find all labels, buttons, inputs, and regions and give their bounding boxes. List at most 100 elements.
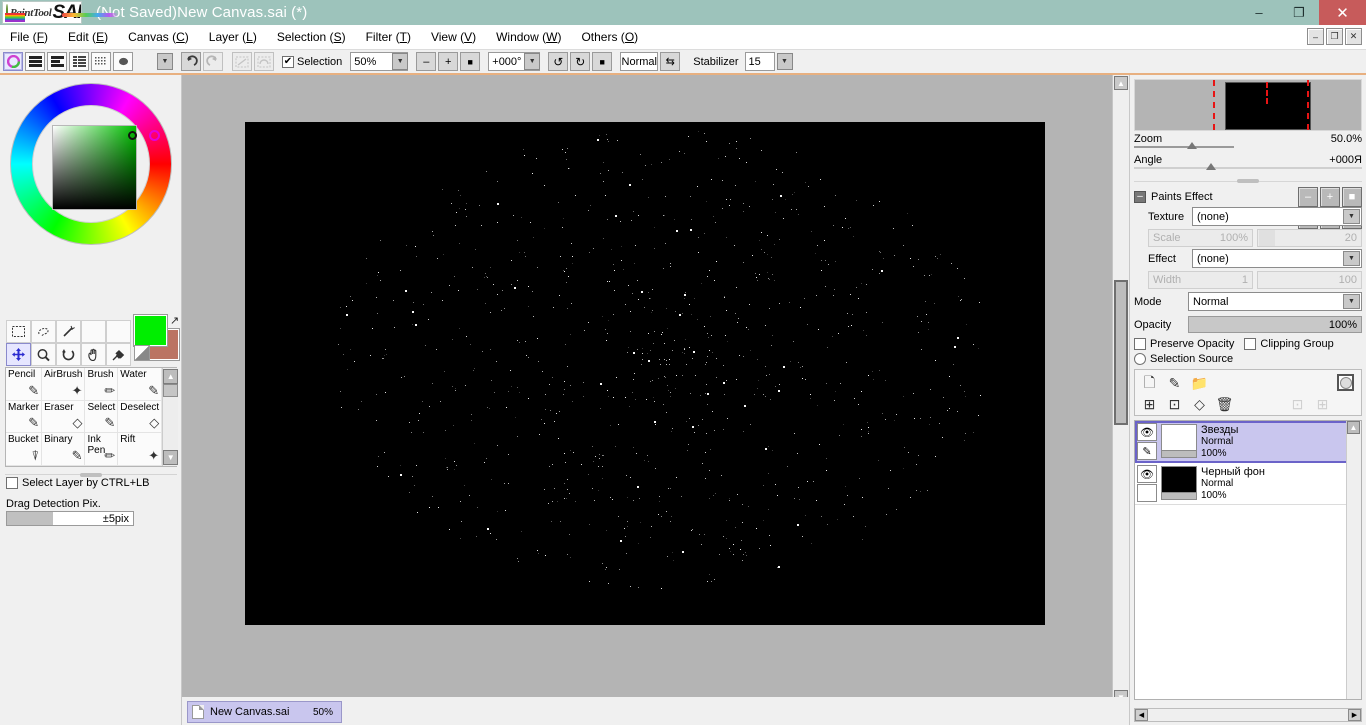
scroll-up-icon[interactable]: ▲ [1114,76,1128,90]
mdi-minimize-button[interactable]: – [1307,28,1324,45]
menu-layer[interactable]: Layer (L) [199,25,267,50]
tool-eraser[interactable]: Eraser ◇ [42,400,86,434]
magic-wand-icon[interactable] [56,320,81,343]
rotate-icon[interactable] [56,343,81,366]
tool-brush[interactable]: Brush ✏ [85,368,119,401]
tool-rift[interactable]: Rift ✦ [118,433,163,466]
tool-scroll-down-icon[interactable]: ▼ [163,450,179,465]
selection-source-radio[interactable] [1134,353,1146,365]
document-tab[interactable]: New Canvas.sai 50% [187,701,342,723]
tool-slot-empty-1[interactable] [81,320,106,343]
canvas-image[interactable] [245,122,1045,625]
right-panel-splitter[interactable] [1134,177,1362,185]
zoom-dropdown-arrow[interactable]: ▼ [392,53,409,70]
swatch-list-icon[interactable] [69,52,89,71]
rect-select-icon[interactable] [6,320,31,343]
rotate-cw-button[interactable]: ↻ [570,52,591,71]
navigator-thumbnail[interactable] [1134,79,1362,131]
nav-zoom-reset-button[interactable]: ■ [1342,187,1362,207]
merge-down-icon[interactable]: ⊞ [1141,396,1158,414]
layer-opacity-slider[interactable]: 100% [1188,316,1362,333]
angle-reset-button[interactable]: ■ [592,52,613,71]
lasso-select-icon[interactable] [31,320,56,343]
swap-colors-icon[interactable]: ↗ [170,314,179,327]
transform-button[interactable] [254,52,274,71]
layer-scroll-up-icon[interactable]: ▲ [1347,421,1360,434]
tool-airbrush[interactable]: AirBrush ✦ [42,368,86,401]
new-linework-layer-icon[interactable]: ✎ [1166,375,1183,393]
menu-view[interactable]: View (V) [421,25,486,50]
navigator-angle-slider[interactable]: Angle +000Я [1134,154,1362,173]
hsv-slider-icon[interactable] [47,52,67,71]
window-minimize-button[interactable]: – [1239,0,1279,25]
canvas-mode-field[interactable]: Normal [620,52,659,71]
navigator-zoom-slider[interactable]: Zoom 50.0% [1134,133,1362,152]
toolbar-overflow-dropdown[interactable]: ▼ [157,53,173,70]
tool-bucket[interactable]: Bucket ⍒ [6,433,43,466]
new-folder-icon[interactable]: 📁 [1191,375,1208,393]
canvas-viewport[interactable] [182,75,1112,725]
zoom-reset-button[interactable]: ■ [460,52,481,71]
swatch-grid-icon[interactable] [91,52,111,71]
right-panel-hscroll[interactable]: ◀ ▶ [1134,708,1362,722]
layer-row-background[interactable]: 👁 Черный фон Normal 100% [1135,463,1361,505]
vertical-scroll-thumb[interactable] [1114,280,1128,425]
layer-list[interactable]: 👁 ✎ Звезды Normal 100% 👁 Черный фон Norm… [1134,420,1362,700]
clear-layer-icon[interactable]: ◇ [1191,396,1208,414]
right-panel-scroll-right-icon[interactable]: ▶ [1348,709,1361,721]
layer-visibility-icon-stars[interactable]: 👁 [1137,423,1157,441]
tool-select[interactable]: Select ✎ [85,400,119,434]
clipping-group-checkbox[interactable] [1244,338,1257,350]
layer-selection-icon-background[interactable] [1137,484,1157,502]
zoom-icon[interactable] [31,343,56,366]
texture-combo[interactable]: (none) ▼ [1192,207,1362,226]
menu-window[interactable]: Window (W) [486,25,571,50]
nav-zoom-in-button[interactable]: + [1320,187,1340,207]
menu-others[interactable]: Others (O) [571,25,648,50]
mirror-icon[interactable]: ⇆ [660,52,681,71]
reset-colors-icon[interactable] [134,345,150,361]
layer-selection-icon-stars[interactable]: ✎ [1137,442,1157,460]
redo-button[interactable] [203,52,223,71]
saturation-value-square[interactable] [52,125,137,210]
zoom-in-button[interactable]: + [438,52,459,71]
window-close-button[interactable]: ✕ [1319,0,1366,25]
select-layer-option[interactable]: Select Layer by CTRL+LB [6,477,149,489]
tool-slot-empty-2[interactable] [106,320,131,343]
color-wheel-panel[interactable] [0,75,182,247]
sv-marker[interactable] [128,131,137,140]
canvas-vertical-scrollbar[interactable]: ▲ ▼ [1112,75,1129,705]
layer-list-scrollbar[interactable]: ▲ [1346,421,1361,699]
nav-zoom-out-button[interactable]: – [1298,187,1318,207]
new-layer-icon[interactable]: 🗋 [1141,374,1158,393]
menu-selection[interactable]: Selection (S) [267,25,356,50]
layer-mode-combo[interactable]: Normal ▼ [1188,292,1362,311]
tool-water[interactable]: Water ✎ [118,368,163,401]
effect-chevron-down-icon[interactable]: ▼ [1343,251,1360,266]
hue-marker[interactable] [149,130,160,141]
menu-file[interactable]: File (F) [0,25,58,50]
rgb-slider-icon[interactable] [25,52,45,71]
menu-filter[interactable]: Filter (T) [356,25,421,50]
menu-canvas[interactable]: Canvas (C) [118,25,199,50]
window-maximize-button[interactable]: ❐ [1279,0,1319,25]
angle-dropdown-arrow[interactable]: ▼ [524,53,541,70]
hand-icon[interactable] [81,343,106,366]
tool-scroll-up-icon[interactable]: ▲ [163,369,179,384]
layer-row-stars[interactable]: 👁 ✎ Звезды Normal 100% [1135,421,1361,463]
drag-detection-slider[interactable]: ±5pix [6,511,134,526]
tool-pencil[interactable]: Pencil ✎ [6,368,43,401]
rotate-ccw-button[interactable]: ↺ [548,52,569,71]
foreground-color-swatch[interactable] [133,314,168,347]
mdi-close-button[interactable]: ✕ [1345,28,1362,45]
preserve-opacity-checkbox[interactable] [1134,338,1146,350]
paints-effect-collapse-icon[interactable]: – [1134,191,1146,203]
tool-marker[interactable]: Marker ✎ [6,400,43,434]
stabilizer-field[interactable]: 15 [744,52,775,71]
angle-slider-knob[interactable] [1206,163,1216,170]
stabilizer-dropdown-arrow[interactable]: ▼ [776,53,793,70]
select-layer-checkbox[interactable] [6,477,18,489]
move-icon[interactable] [6,343,31,366]
tool-scroll-thumb[interactable] [163,384,179,397]
menu-edit[interactable]: Edit (E) [58,25,118,50]
